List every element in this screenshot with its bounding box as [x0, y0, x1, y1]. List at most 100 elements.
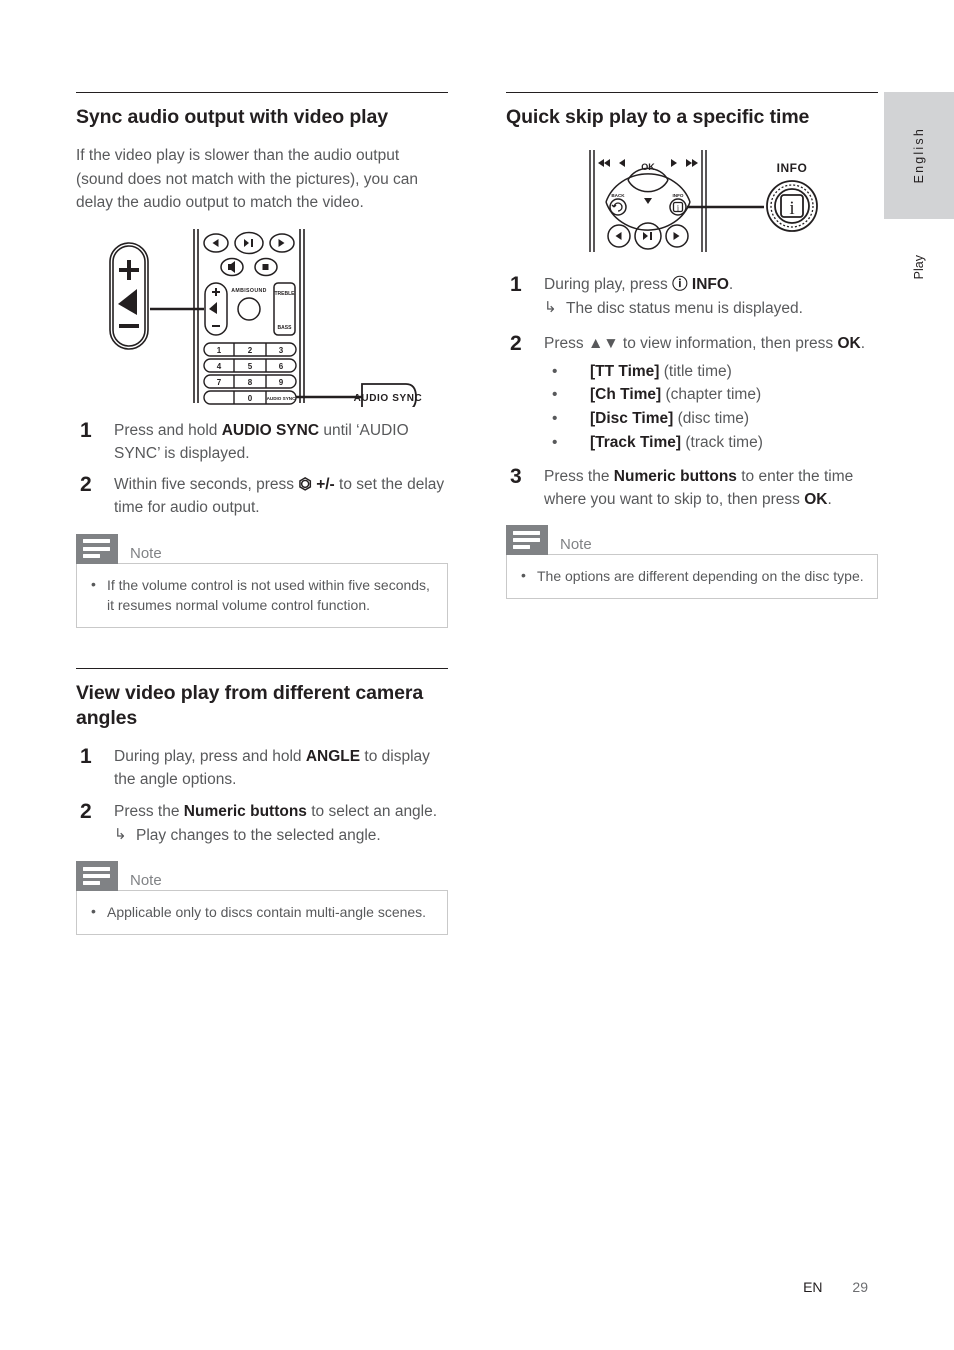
- bullet-dot: •: [91, 575, 96, 592]
- svg-text:6: 6: [279, 362, 284, 371]
- step-item: 2 Press ▲▼ to view information, then pre…: [506, 332, 878, 454]
- remote-control-info-diagram: OK BACK INFO i INFO i: [506, 144, 878, 259]
- note-title: Note: [130, 872, 162, 890]
- bullet-dot: •: [552, 410, 558, 428]
- step-text: Within five seconds, press ⏣ +/- to set …: [114, 476, 445, 517]
- note-header: Note: [76, 533, 448, 564]
- note-body: • If the volume control is not used withi…: [76, 562, 448, 629]
- page-title: Sync audio output with video play: [76, 106, 388, 128]
- step-item: 1 During play, press and hold ANGLE to d…: [76, 745, 448, 792]
- step-item: 1 During play, press ⓘ INFO. ↳ The disc s…: [506, 273, 878, 321]
- step-text: Press ▲▼ to view information, then press…: [544, 335, 866, 353]
- arrow-icon: ↳: [544, 299, 557, 317]
- svg-text:BASS: BASS: [278, 325, 293, 331]
- svg-text:TREBLE: TREBLE: [275, 291, 296, 297]
- option-desc: (disc time): [673, 410, 750, 428]
- option-desc: (chapter time): [661, 386, 762, 404]
- section-rule: [76, 668, 448, 670]
- svg-text:4: 4: [217, 362, 222, 371]
- step-text: During play, press ⓘ INFO.: [544, 275, 734, 293]
- section-rule: [506, 92, 878, 93]
- step-result: ↳ Play changes to the selected angle.: [114, 824, 448, 847]
- note-box: Note • Applicable only to discs contain m…: [76, 861, 448, 936]
- step-result: ↳ The disc status menu is displayed.: [544, 297, 878, 320]
- note-item: • Applicable only to discs contain multi-…: [89, 902, 435, 922]
- updown-arrows-icon: ▲▼: [587, 335, 619, 353]
- note-box: Note • The options are different dependin…: [506, 525, 878, 600]
- option-label: [TT Time]: [590, 362, 660, 380]
- step-number: 3: [510, 464, 522, 488]
- note-icon: [76, 861, 118, 892]
- section-tab: Play: [884, 237, 954, 297]
- manual-page: Sync audio output with video play If the…: [0, 0, 954, 1350]
- page-title: Quick skip play to a specific time: [506, 106, 810, 128]
- steps-list-camera-angles: 1 During play, press and hold ANGLE to d…: [76, 745, 448, 847]
- bullet-dot: •: [552, 386, 558, 404]
- step-text: Press the Numeric buttons to enter the t…: [544, 467, 854, 508]
- remote-control-audio-sync-diagram: AMBISOUND TREBLE BASS 1 2 3 4 5 6 7 8 9 …: [76, 225, 448, 407]
- footer-page-number: 29: [852, 1279, 868, 1295]
- section-camera-angles: View video play from different camera an…: [76, 668, 448, 936]
- svg-text:AMBISOUND: AMBISOUND: [231, 288, 267, 294]
- option-label: [Ch Time]: [590, 386, 662, 404]
- arrow-icon: ↳: [114, 825, 127, 843]
- list-item: • [Ch Time] (chapter time): [544, 383, 878, 407]
- page-title: View video play from different camera an…: [76, 682, 424, 730]
- bullet-dot: •: [91, 903, 96, 920]
- note-header: Note: [506, 525, 878, 556]
- note-item: • If the volume control is not used withi…: [89, 575, 435, 616]
- svg-text:BACK: BACK: [611, 193, 625, 198]
- note-box: Note • If the volume control is not used …: [76, 533, 448, 629]
- time-options-list: • [TT Time] (title time) • [Ch Time] (chap…: [544, 360, 878, 455]
- note-body: • Applicable only to discs contain multi-…: [76, 890, 448, 936]
- option-label: [Track Time]: [590, 433, 682, 451]
- bullet-dot: •: [552, 362, 558, 380]
- option-desc: (track time): [681, 433, 763, 451]
- language-tab-label: English: [912, 127, 926, 184]
- left-column: Sync audio output with video play If the…: [76, 92, 448, 936]
- step-result-text: Play changes to the selected angle.: [136, 826, 381, 844]
- right-column: Quick skip play to a specific time OK BA…: [506, 92, 878, 600]
- steps-list-quick-skip: 1 During play, press ⓘ INFO. ↳ The disc s…: [506, 273, 878, 511]
- steps-list-sync-audio: 1 Press and hold AUDIO SYNC until ‘AUDIO…: [76, 419, 448, 520]
- list-item: • [Disc Time] (disc time): [544, 407, 878, 431]
- step-item: 3 Press the Numeric buttons to enter the…: [506, 465, 878, 512]
- footer-locale: EN: [803, 1279, 823, 1295]
- list-item: • [Track Time] (track time): [544, 431, 878, 455]
- step-text: Press and hold AUDIO SYNC until ‘AUDIO S…: [114, 421, 409, 462]
- note-item-text: The options are different depending on t…: [537, 568, 864, 585]
- svg-text:8: 8: [248, 378, 253, 387]
- page-footer: EN 29: [0, 1279, 954, 1295]
- svg-text:3: 3: [279, 346, 284, 355]
- note-title: Note: [130, 544, 162, 562]
- step-item: 2 Press the Numeric buttons to select an…: [76, 800, 448, 848]
- option-label: [Disc Time]: [590, 410, 674, 428]
- svg-text:AUDIO SYNC: AUDIO SYNC: [354, 393, 423, 404]
- list-item: • [TT Time] (title time): [544, 360, 878, 384]
- section-rule: [76, 92, 448, 93]
- svg-text:2: 2: [248, 346, 253, 355]
- step-number: 2: [80, 473, 92, 497]
- step-text: Press the Numeric buttons to select an a…: [114, 802, 438, 820]
- section-quick-skip: Quick skip play to a specific time OK BA…: [506, 92, 878, 600]
- step-number: 1: [80, 745, 92, 769]
- step-number: 2: [80, 799, 92, 823]
- svg-text:INFO: INFO: [673, 193, 684, 198]
- note-item-text: If the volume control is not used within…: [107, 576, 430, 613]
- step-number: 1: [80, 418, 92, 442]
- svg-text:5: 5: [248, 362, 253, 371]
- note-body: • The options are different depending on …: [506, 554, 878, 600]
- language-tab: English: [884, 92, 954, 219]
- step-text: During play, press and hold ANGLE to dis…: [114, 748, 430, 789]
- svg-text:AUDIO SYNC: AUDIO SYNC: [267, 396, 297, 401]
- section-tab-label: Play: [912, 254, 926, 280]
- note-item-text: Applicable only to discs contain multi-a…: [107, 904, 427, 921]
- intro-paragraph: If the video play is slower than the aud…: [76, 146, 419, 212]
- bullet-dot: •: [521, 567, 526, 584]
- note-header: Note: [76, 861, 448, 892]
- side-tabs: English Play: [884, 92, 954, 297]
- step-number: 2: [510, 332, 522, 356]
- step-result-text: The disc status menu is displayed.: [566, 300, 803, 318]
- note-title: Note: [560, 536, 592, 554]
- svg-text:7: 7: [217, 378, 222, 387]
